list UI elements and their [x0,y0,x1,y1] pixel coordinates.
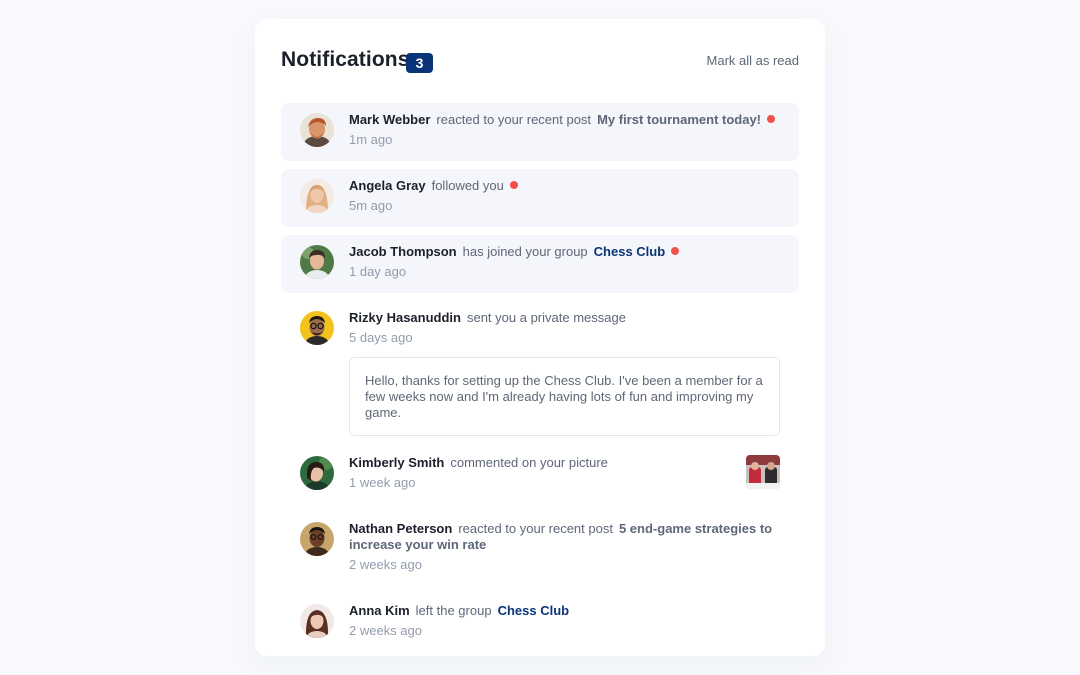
notification-item[interactable]: Angela Gray followed you 5m ago [281,169,799,227]
unread-dot-icon [767,115,776,123]
notification-action: has joined your group [462,244,588,259]
avatar[interactable] [300,311,334,345]
notification-item[interactable]: Jacob Thompson has joined your group Chess… [281,235,799,293]
private-message-preview[interactable]: Hello, thanks for setting up the Chess C… [349,357,780,436]
avatar[interactable] [300,522,334,556]
notification-item[interactable]: Anna Kim left the group Chess Club 2 weeks… [281,594,799,652]
user-name-link[interactable]: Angela Gray [349,178,426,193]
notification-time: 1m ago [349,132,393,147]
notification-time: 5 days ago [349,330,413,345]
mark-all-read-button[interactable]: Mark all as read [707,53,799,68]
notification-text: Kimberly Smith commented on your picture [349,455,780,471]
unread-dot-icon [509,181,518,189]
notifications-card: Notifications 3 Mark all as read Mark We… [255,19,825,656]
notification-text: Nathan Peterson reacted to your recent po… [349,521,780,553]
group-link[interactable]: Chess Club [594,244,666,259]
avatar[interactable] [300,456,334,490]
notification-action: left the group [415,603,492,618]
group-link[interactable]: Chess Club [498,603,570,618]
notification-item[interactable]: Nathan Peterson reacted to your recent po… [281,512,799,586]
notification-action: reacted to your recent post [458,521,613,536]
user-name-link[interactable]: Rizky Hasanuddin [349,310,461,325]
avatar[interactable] [300,245,334,279]
notification-time: 2 weeks ago [349,623,422,638]
notification-time: 1 day ago [349,264,407,279]
notification-text: Anna Kim left the group Chess Club [349,603,780,619]
notification-action: followed you [431,178,504,193]
notification-item[interactable]: Rizky Hasanuddin sent you a private messa… [281,301,799,441]
notifications-header: Notifications 3 Mark all as read [281,48,799,75]
notification-action: reacted to your recent post [436,112,592,127]
notification-text: Angela Gray followed you [349,178,780,194]
notification-item[interactable]: Kimberly Smith commented on your picture … [281,446,799,504]
post-link[interactable]: My first tournament today! [597,112,761,127]
user-name-link[interactable]: Nathan Peterson [349,521,452,536]
user-name-link[interactable]: Jacob Thompson [349,244,457,259]
notification-time: 5m ago [349,198,393,213]
notification-text: Rizky Hasanuddin sent you a private messa… [349,310,780,326]
notification-text: Mark Webber reacted to your recent post My… [349,112,780,128]
avatar[interactable] [300,179,334,213]
notification-action: commented on your picture [450,455,608,470]
unread-count-badge: 3 [406,53,433,73]
notification-action: sent you a private message [466,310,626,325]
unread-dot-icon [671,247,680,255]
user-name-link[interactable]: Mark Webber [349,112,430,127]
notification-time: 2 weeks ago [349,557,422,572]
page-title: Notifications [281,48,410,71]
notification-time: 1 week ago [349,475,416,490]
notification-text: Jacob Thompson has joined your group Chess… [349,244,780,260]
user-name-link[interactable]: Anna Kim [349,603,410,618]
user-name-link[interactable]: Kimberly Smith [349,455,444,470]
commented-picture-thumbnail[interactable] [746,455,780,489]
avatar[interactable] [300,604,334,638]
notification-item[interactable]: Mark Webber reacted to your recent post My… [281,103,799,161]
avatar[interactable] [300,113,334,147]
